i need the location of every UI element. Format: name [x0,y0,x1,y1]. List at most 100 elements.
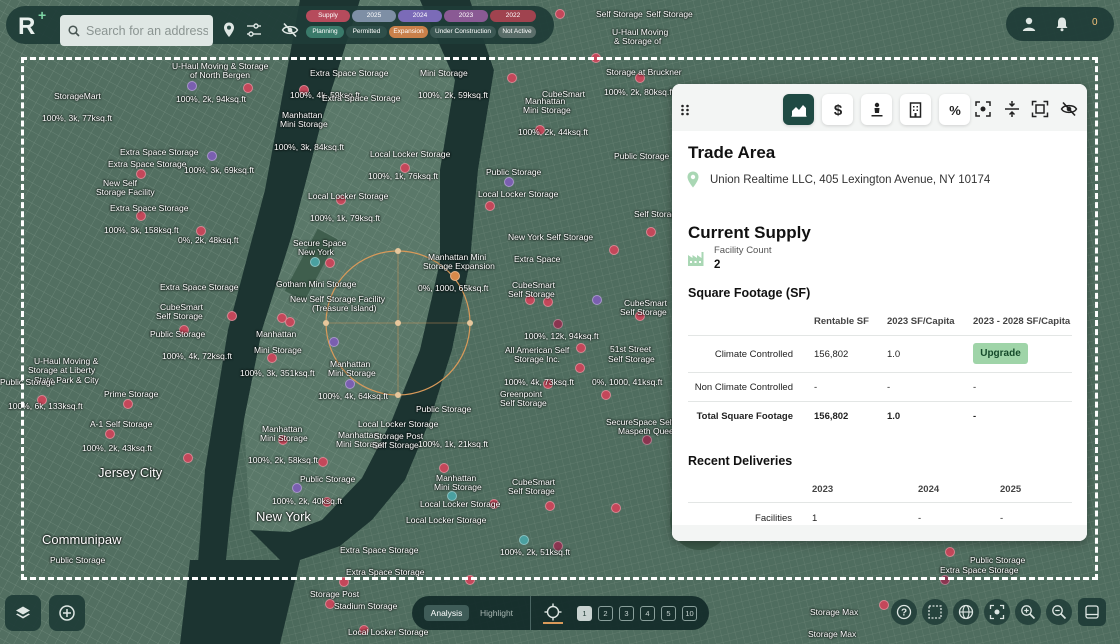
trade-area-panel: $ % Trade Area Union Realtime LLC, 405 L… [672,84,1087,541]
panel-footer [672,525,1087,541]
facility-count-value: 2 [714,259,721,271]
sf-row-label: Non Climate Controlled [694,382,793,393]
add-button[interactable] [49,595,85,631]
zoom-out-button[interactable] [1046,599,1072,625]
ring-option-5[interactable]: 5 [661,606,676,621]
bell-icon[interactable] [1054,16,1070,32]
divider [688,401,1072,402]
sf-row-capita: - [887,382,891,393]
ring-option-1[interactable]: 1 [577,606,592,621]
map-facility-label: Storage Post [310,589,360,599]
ring-option-2[interactable]: 2 [598,606,613,621]
account-controls: 0 [1006,7,1114,41]
analysis-toolbar: Analysis Highlight 1 2 3 4 5 10 [412,596,709,630]
analysis-mode-button[interactable]: Analysis [424,605,469,621]
layers-button[interactable] [5,595,41,631]
current-supply-title: Current Supply [688,223,811,242]
status-chip-supply[interactable]: Supply [306,10,350,22]
drag-handle-icon[interactable] [680,104,690,116]
map-facility-label: Storage Max [810,607,859,617]
map-facility-label: Self Storage [596,9,643,19]
sf-total-rentable: 156,802 [814,411,849,422]
status-chip-2025[interactable]: 2025 [352,10,396,22]
globe-icon [958,604,974,620]
dollar-icon: $ [833,102,842,118]
status-chip-2022[interactable]: 2022 [490,10,536,22]
eye-off-icon[interactable] [281,21,299,39]
area-chart-tab[interactable] [783,94,814,125]
split-icon[interactable] [1003,100,1021,118]
radius-target-icon[interactable] [544,603,562,621]
sf-row-label: Climate Controlled [714,349,793,360]
search-input[interactable] [86,23,208,38]
status-chip-2023[interactable]: 2023 [444,10,488,22]
zoom-out-icon [1052,605,1067,620]
search-icon [68,24,80,37]
sf-row-rentable: 156,802 [814,349,849,360]
search-box[interactable] [60,15,213,46]
dollar-tab[interactable]: $ [822,94,853,125]
panel-toolbar: $ % [672,84,1087,131]
person-tab[interactable] [861,94,892,125]
logo-plus: + [38,7,47,23]
status-chip-planning[interactable]: Planning [306,26,344,38]
sf-total-capita: 1.0 [887,411,901,422]
svg-text:%: % [949,103,961,117]
logo-text: R [18,13,36,40]
status-chip-expansion[interactable]: Expansion [389,26,428,38]
status-chip-not-active[interactable]: Not Active [498,26,536,38]
recenter-button[interactable] [984,599,1010,625]
globe-button[interactable] [953,599,979,625]
layers-icon [16,606,30,619]
select-area-button[interactable] [922,599,948,625]
address-text: Union Realtime LLC, 405 Lexington Avenue… [710,174,991,186]
crosshair-icon [989,604,1005,620]
ring-option-10[interactable]: 10 [682,606,697,621]
highlight-mode-button[interactable]: Highlight [474,605,519,621]
app-logo[interactable]: R + [18,7,52,41]
ring-option-3[interactable]: 3 [619,606,634,621]
sliders-icon[interactable] [245,21,263,39]
panel-body[interactable]: Trade Area Union Realtime LLC, 405 Lexin… [678,131,1081,525]
svg-text:$: $ [833,102,842,118]
help-button[interactable]: ? [891,599,917,625]
deliveries-header-2025: 2025 [1000,484,1022,495]
address-pin-icon [687,171,699,188]
map-tools: ? [887,596,1077,630]
building-tab[interactable] [900,94,931,125]
facility-count-label: Facility Count [714,245,772,256]
divider [530,596,531,630]
sf-row-growth: - [973,382,977,393]
help-icon: ? [896,604,912,620]
map-facility-label: Self Storage [646,9,693,19]
location-pin-icon[interactable] [220,21,238,39]
legend-button[interactable] [1078,598,1106,626]
sf-row-capita: 1.0 [887,349,901,360]
notification-count: 0 [1092,17,1098,28]
zoom-in-button[interactable] [1015,599,1041,625]
sf-header-growth: 2023 - 2028 SF/Capita [973,316,1071,327]
svg-text:?: ? [901,608,907,619]
percent-icon: % [949,103,961,117]
upgrade-button[interactable]: Upgrade [973,343,1028,364]
add-circle-icon [59,605,75,621]
zoom-in-icon [1021,605,1036,620]
status-chip-permitted[interactable]: Permitted [346,26,387,38]
radius-target-underline [543,622,563,624]
eye-off-icon[interactable] [1060,100,1078,118]
status-chip-2024[interactable]: 2024 [398,10,442,22]
facility-pin[interactable] [555,9,565,19]
deliveries-row-2023: 1 [812,513,818,524]
deliveries-row-label: Facilities [755,513,792,524]
focus-icon[interactable] [974,100,992,118]
deliveries-header-2023: 2023 [812,484,834,495]
select-area-icon [928,605,942,619]
expand-icon[interactable] [1031,100,1049,118]
user-icon[interactable] [1021,16,1037,32]
ring-option-4[interactable]: 4 [640,606,655,621]
sf-row-rentable: - [814,382,818,393]
percent-tab[interactable]: % [939,94,970,125]
sf-total-label: Total Square Footage [696,411,793,422]
status-chip-under-construction[interactable]: Under Construction [430,26,496,38]
map-facility-label: Stadium Storage [334,601,398,611]
